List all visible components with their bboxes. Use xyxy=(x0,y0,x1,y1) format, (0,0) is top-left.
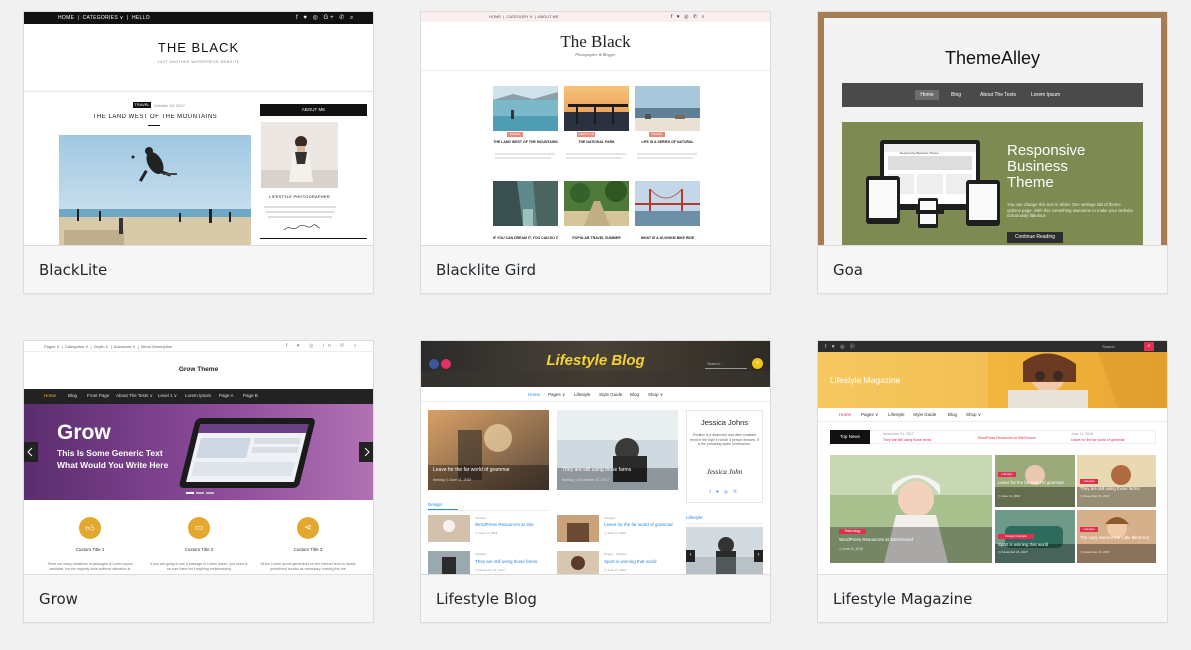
list-thumb xyxy=(428,551,470,574)
theme-screenshot: ThemeAlley Home Blog About The Tests Lor… xyxy=(818,12,1167,245)
theme-card-blacklite-gird[interactable]: HOME | CATEGORY ∨ | ABOUT ME f ♥ ◎ ✆ ⌕ T… xyxy=(420,11,771,294)
hero-text: You can change this text in Slider One s… xyxy=(1007,202,1133,218)
hero-title: Responsive xyxy=(1007,143,1086,159)
search-input[interactable]: Search xyxy=(1102,344,1115,349)
theme-screenshot: HOME | CATEGORY ∨ | ABOUT ME f ♥ ◎ ✆ ⌕ T… xyxy=(421,12,770,245)
theme-screenshot: Lifestyle Blog Search ... ⌕ Home Pages ∨… xyxy=(421,341,770,574)
post-thumb xyxy=(493,86,558,131)
post-thumb xyxy=(493,181,558,226)
site-title: THE BLACK xyxy=(157,40,240,55)
theme-name: Lifestyle Magazine xyxy=(818,574,1167,622)
theme-card-goa[interactable]: ThemeAlley Home Blog About The Tests Lor… xyxy=(817,11,1168,294)
signature-image xyxy=(283,224,321,231)
theme-name: BlackLite xyxy=(24,245,373,293)
list-thumb xyxy=(557,515,599,542)
chevron-left-icon: ‹ xyxy=(689,552,692,558)
theme-name: Blacklite Gird xyxy=(421,245,770,293)
theme-card-lifestyle-blog[interactable]: Lifestyle Blog Search ... ⌕ Home Pages ∨… xyxy=(420,340,771,623)
post-thumb xyxy=(564,86,629,131)
search-input[interactable]: Search ... xyxy=(707,361,724,366)
search-icon: ⌕ xyxy=(755,360,760,366)
theme-card-grow[interactable]: Pages ∨ | Categories ∨ | Depth ∨ | Advan… xyxy=(23,340,374,623)
menu-item[interactable]: Lifestyle xyxy=(574,392,591,397)
theme-screenshot: Pages ∨ | Categories ∨ | Depth ∨ | Advan… xyxy=(24,341,373,574)
chevron-right-icon: › xyxy=(757,552,760,558)
site-title: Grow Theme xyxy=(178,366,219,373)
theme-name: Goa xyxy=(818,245,1167,293)
menu-item[interactable]: Pages ∨ xyxy=(861,412,878,418)
menu-item: Blog xyxy=(951,92,962,98)
menu-item[interactable]: Shop ∨ xyxy=(648,392,663,398)
hero-title: Grow xyxy=(57,421,111,444)
site-title: Lifestyle Magazine xyxy=(830,375,901,385)
site-tagline: Photographer & Blogger xyxy=(575,52,616,57)
slider-prev-button[interactable] xyxy=(24,361,38,381)
thumbs-up-icon: 👍︎ xyxy=(85,523,95,533)
menu-item-home[interactable]: Home xyxy=(839,412,851,417)
theme-screenshot: HOME | CATEGORIES ∨ | HELLO f ♥ ◎ G+ ✆ ⌕… xyxy=(24,12,373,245)
menu-item[interactable]: Blog xyxy=(630,392,639,397)
menu-item[interactable]: Style Guide xyxy=(599,392,622,397)
theme-grid: HOME | CATEGORIES ∨ | HELLO f ♥ ◎ G+ ✆ ⌕… xyxy=(0,0,1191,650)
monitor-icon: ▭ xyxy=(194,522,204,532)
theme-card-lifestyle-magazine[interactable]: f ♥ ◎ ⓟ Search ⌕ Lifestyle Magazine Home… xyxy=(817,340,1168,623)
menu-item-home: Home xyxy=(920,92,934,98)
menu-item[interactable]: Blog xyxy=(948,412,957,417)
theme-name: Lifestyle Blog xyxy=(421,574,770,622)
theme-name: Grow xyxy=(24,574,373,622)
menu-item[interactable]: Shop ∨ xyxy=(966,412,981,418)
menu-item-home[interactable]: Home xyxy=(528,392,540,397)
topnav-item: HOME xyxy=(58,15,75,21)
search-icon: ⌕ xyxy=(1147,343,1151,349)
menu-item: Lorem Ipsum xyxy=(1031,92,1061,98)
menu-item[interactable]: Pages ∨ xyxy=(548,392,565,398)
menu-item[interactable]: Style Guide xyxy=(913,412,936,417)
list-thumb xyxy=(557,551,599,574)
about-photo xyxy=(261,122,338,188)
menu-item[interactable]: Lifestyle xyxy=(888,412,905,417)
topnav-item: CATEGORIES ∨ xyxy=(82,15,124,21)
share-icon: ⋖ xyxy=(304,522,312,532)
site-title: The Black xyxy=(560,32,631,51)
post-thumb xyxy=(635,181,700,226)
theme-screenshot: f ♥ ◎ ⓟ Search ⌕ Lifestyle Magazine Home… xyxy=(818,341,1167,574)
site-tagline: JUST ANOTHER WORDPRESS WEBSITE xyxy=(157,60,240,64)
menu-item: About The Tests xyxy=(980,92,1016,98)
site-title: ThemeAlley xyxy=(944,48,1041,68)
widget-slider-image xyxy=(686,527,763,574)
topnav-item: HELLO xyxy=(131,15,150,21)
list-thumb xyxy=(428,515,470,542)
post-thumb xyxy=(635,86,700,131)
theme-card-blacklite[interactable]: HOME | CATEGORIES ∨ | HELLO f ♥ ◎ G+ ✆ ⌕… xyxy=(23,11,374,294)
post-thumb xyxy=(564,181,629,226)
skate-photo xyxy=(59,135,251,245)
post-title: THE LAND WEST OF THE MOUNTAINS xyxy=(92,114,218,120)
